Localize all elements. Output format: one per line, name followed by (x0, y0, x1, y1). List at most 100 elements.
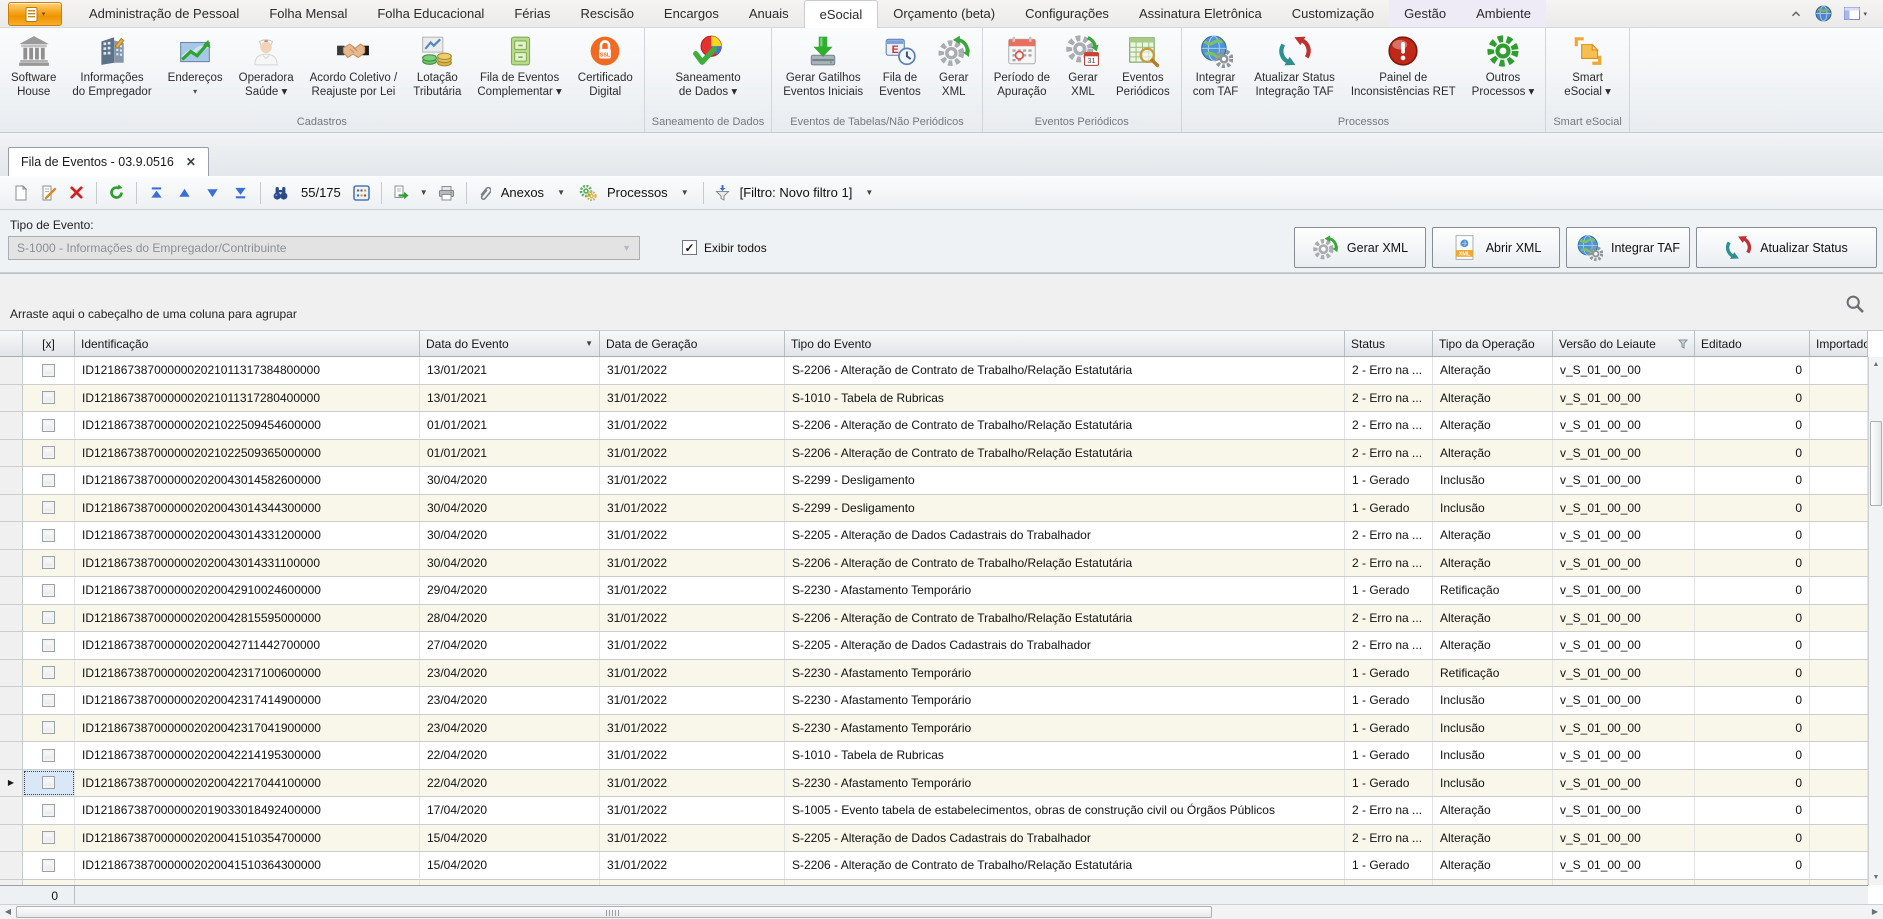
checkbox-unchecked-icon[interactable] (42, 776, 55, 789)
exibir-todos-checkbox[interactable]: ✓ Exibir todos (682, 240, 767, 255)
collapse-ribbon-icon[interactable] (1789, 7, 1803, 21)
table-row[interactable]: ▶ID121867387000000202004221704410000022/… (0, 770, 1868, 798)
table-row[interactable]: ID121867387000000202004291002460000029/0… (0, 577, 1868, 605)
table-row[interactable]: ID121867387000000202004271144270000027/0… (0, 632, 1868, 660)
row-checkbox-cell[interactable] (23, 605, 75, 632)
table-row[interactable]: ID121867387000000202004301433110000030/0… (0, 550, 1868, 578)
nav-last-button[interactable] (228, 180, 253, 205)
nav-prev-button[interactable] (172, 180, 197, 205)
checkbox-unchecked-icon[interactable] (42, 831, 55, 844)
ribbon-button-integrar-com-taf[interactable]: Integrar com TAF (1185, 29, 1247, 99)
row-checkbox-cell[interactable] (23, 412, 75, 439)
ribbon-button-atualizar-status-integracao-taf[interactable]: Atualizar Status Integração TAF (1246, 29, 1343, 99)
checkbox-unchecked-icon[interactable] (42, 694, 55, 707)
row-checkbox-cell[interactable] (23, 770, 75, 797)
column-header-tipo-do-evento[interactable]: Tipo do Evento (785, 331, 1345, 356)
integrar-taf-button[interactable]: Integrar TAF (1566, 227, 1690, 268)
search-icon[interactable] (1845, 294, 1865, 314)
menu-tab-encargos[interactable]: Encargos (649, 0, 734, 27)
table-row[interactable]: ID121867387000000202004151035470000015/0… (0, 825, 1868, 853)
atualizar-status-button[interactable]: Atualizar Status (1696, 227, 1877, 268)
checkbox-unchecked-icon[interactable] (42, 446, 55, 459)
menu-tab-rescisao[interactable]: Rescisão (565, 0, 648, 27)
find-binoculars-icon[interactable] (268, 180, 293, 205)
ribbon-button-outros-processos[interactable]: Outros Processos ▾ (1464, 29, 1543, 99)
scroll-up-icon[interactable]: ▲ (1869, 357, 1883, 372)
checkbox-unchecked-icon[interactable] (42, 364, 55, 377)
checkbox-unchecked-icon[interactable] (42, 666, 55, 679)
table-row[interactable]: ID121867387000000202004301433120000030/0… (0, 522, 1868, 550)
table-row[interactable]: ID121867387000000202102250936500000001/0… (0, 440, 1868, 468)
tipo-evento-combo[interactable]: S-1000 - Informações do Empregador/Contr… (8, 236, 640, 260)
checkbox-unchecked-icon[interactable] (42, 804, 55, 817)
column-header-versao-do-leiaute[interactable]: Versão do Leiaute (1553, 331, 1695, 356)
ribbon-button-informacoes-do-empregador[interactable]: Informações do Empregador (64, 29, 159, 99)
row-checkbox-cell[interactable] (23, 577, 75, 604)
vertical-scrollbar[interactable]: ▲ ▼ (1868, 357, 1883, 885)
row-checkbox-cell[interactable] (23, 357, 75, 384)
ribbon-button-lotacao-tributaria[interactable]: Lotação Tributária (405, 29, 469, 99)
table-row[interactable]: ID121867387000000202101131728040000013/0… (0, 385, 1868, 413)
table-row[interactable]: ID121867387000000202004301458260000030/0… (0, 467, 1868, 495)
ribbon-button-saneamento-de-dados[interactable]: Saneamento de Dados ▾ (667, 29, 748, 99)
filtro-button[interactable]: [Filtro: Novo filtro 1] ▼ (711, 184, 881, 201)
ribbon-button-fila-de-eventos[interactable]: EFila de Eventos (871, 29, 929, 99)
group-by-panel[interactable]: Arraste aqui o cabeçalho de uma coluna p… (0, 274, 1883, 331)
menu-tab-esocial[interactable]: eSocial (804, 0, 879, 28)
column-header-checkbox[interactable]: [x] (23, 331, 75, 356)
ribbon-button-software-house[interactable]: Software House (3, 29, 64, 99)
ribbon-button-painel-de-inconsistencias-ret[interactable]: Painel de Inconsistências RET (1343, 29, 1464, 99)
ribbon-button-fila-de-eventos-complementar[interactable]: Fila de Eventos Complementar ▾ (469, 29, 569, 99)
ribbon-button-gerar-xml[interactable]: Gerar XML (929, 29, 979, 99)
menu-tab-orcamento-beta[interactable]: Orçamento (beta) (878, 0, 1010, 27)
processos-button[interactable]: Processos ▼ (575, 184, 696, 201)
new-record-button[interactable] (8, 180, 33, 205)
horizontal-scroll-thumb[interactable] (16, 906, 1212, 918)
ribbon-button-gerar-xml[interactable]: 31Gerar XML (1058, 29, 1108, 99)
menu-tab-gestao[interactable]: Gestão (1389, 0, 1461, 27)
layout-panel-button[interactable]: ▾ (1844, 7, 1867, 20)
table-row[interactable]: ID121867387000000202004231741490000023/0… (0, 687, 1868, 715)
column-header-editado[interactable]: Editado (1695, 331, 1810, 356)
menu-tab-folha-educacional[interactable]: Folha Educacional (362, 0, 499, 27)
row-checkbox-cell[interactable] (23, 687, 75, 714)
checkbox-unchecked-icon[interactable] (42, 584, 55, 597)
nav-first-button[interactable] (144, 180, 169, 205)
row-checkbox-cell[interactable] (23, 385, 75, 412)
checkbox-unchecked-icon[interactable] (42, 391, 55, 404)
table-row[interactable]: ID121867387000000202102250945460000001/0… (0, 412, 1868, 440)
row-checkbox-cell[interactable] (23, 495, 75, 522)
column-header-data-do-evento[interactable]: Data do Evento▼ (420, 331, 600, 356)
menu-tab-ferias[interactable]: Férias (499, 0, 565, 27)
ribbon-button-smart-esocial[interactable]: Smart eSocial ▾ (1556, 29, 1619, 99)
abrir-xml-button[interactable]: ⟨⟩XMLAbrir XML (1432, 227, 1560, 268)
row-checkbox-cell[interactable] (23, 742, 75, 769)
row-checkbox-cell[interactable] (23, 467, 75, 494)
checkbox-unchecked-icon[interactable] (42, 721, 55, 734)
table-row[interactable]: ID121867387000000201903301849240000017/0… (0, 797, 1868, 825)
row-checkbox-cell[interactable] (23, 522, 75, 549)
row-checkbox-cell[interactable] (23, 550, 75, 577)
scroll-down-icon[interactable]: ▼ (1869, 870, 1883, 885)
column-header-tipo-da-operacao[interactable]: Tipo da Operação (1433, 331, 1553, 356)
column-header-importado[interactable]: Importado (1810, 331, 1868, 356)
column-chooser-icon[interactable] (349, 180, 374, 205)
menu-tab-assinatura-eletronica[interactable]: Assinatura Eletrônica (1124, 0, 1277, 27)
ribbon-button-eventos-periodicos[interactable]: Eventos Periódicos (1108, 29, 1178, 99)
document-tab[interactable]: Fila de Eventos - 03.9.0516 ✕ (8, 147, 209, 176)
export-button[interactable] (389, 180, 414, 205)
scroll-right-icon[interactable]: ▶ (1867, 905, 1883, 919)
delete-record-button[interactable] (64, 180, 89, 205)
row-checkbox-cell[interactable] (23, 660, 75, 687)
table-row[interactable]: ID121867387000000202004151036430000015/0… (0, 852, 1868, 880)
column-header-status[interactable]: Status (1345, 331, 1433, 356)
menu-tab-folha-mensal[interactable]: Folha Mensal (254, 0, 362, 27)
table-row[interactable]: ID121867387000000202004281559500000028/0… (0, 605, 1868, 633)
ribbon-button-enderecos[interactable]: Endereços▾ (160, 29, 231, 96)
menu-tab-administracao-de-pessoal[interactable]: Administração de Pessoal (74, 0, 254, 27)
vertical-scroll-thumb[interactable] (1870, 421, 1882, 506)
edit-record-button[interactable] (36, 180, 61, 205)
anexos-button[interactable]: Anexos ▼ (474, 185, 572, 201)
ribbon-button-acordo-coletivo-reajuste-por-lei[interactable]: Acordo Coletivo / Reajuste por Lei (302, 29, 406, 99)
ribbon-button-operadora-saude[interactable]: Operadora Saúde ▾ (231, 29, 302, 99)
